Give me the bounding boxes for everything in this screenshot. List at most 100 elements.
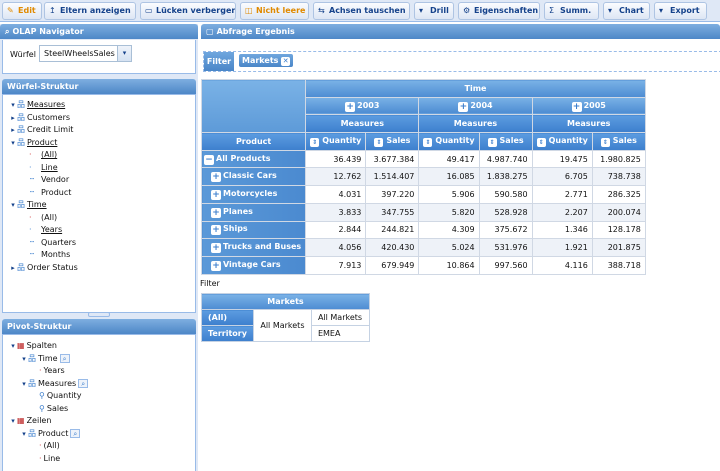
sort-icon[interactable]: ⇕: [310, 137, 320, 147]
row-header[interactable]: + Vintage Cars: [200, 255, 307, 275]
expand-right-icon[interactable]: ▸: [9, 124, 17, 137]
expand-plus-icon[interactable]: +: [211, 189, 221, 200]
table-cell: 5.820: [418, 202, 480, 222]
markets-all-member[interactable]: All Markets: [252, 309, 312, 342]
sort-icon[interactable]: ⇕: [536, 137, 546, 147]
cube-tree-item[interactable]: · Line: [3, 162, 195, 175]
expand-plus-icon[interactable]: +: [571, 101, 582, 112]
toolbar-button-5[interactable]: ▾ Drill: [414, 2, 454, 20]
expand-right-icon[interactable]: ▸: [9, 112, 17, 125]
year-header[interactable]: +2005: [531, 96, 646, 116]
search-icon[interactable]: ⌕: [78, 378, 89, 388]
splitter-handle[interactable]: [88, 312, 110, 317]
cube-tree-item[interactable]: ▸ 品 Customers: [3, 112, 195, 125]
pivot-tree-item[interactable]: ▾ ▦ Spalten: [3, 340, 195, 353]
collapse-minus-icon[interactable]: −: [204, 154, 214, 165]
markets-emea[interactable]: EMEA: [310, 325, 370, 342]
toolbar-button-8[interactable]: ▾ Chart: [603, 2, 650, 20]
cube-tree-item[interactable]: · Years: [3, 224, 195, 237]
expand-down-icon[interactable]: ▾: [9, 137, 17, 150]
cube-tree-item[interactable]: ⠒ Vendor: [3, 174, 195, 187]
filter-chip-label: Markets: [242, 56, 279, 65]
toolbar-label: Edit: [18, 6, 36, 15]
navigator-title: OLAP Navigator: [12, 27, 84, 36]
measure-column-header[interactable]: ⇕ Sales: [478, 132, 533, 151]
expand-down-icon[interactable]: ▾: [20, 353, 28, 366]
measure-column-header[interactable]: ⇕ Quantity: [418, 132, 480, 151]
toolbar-label: Drill: [430, 6, 449, 15]
expand-down-icon[interactable]: ▾: [20, 428, 28, 441]
row-header[interactable]: − All Products: [200, 149, 307, 169]
product-header[interactable]: Product: [200, 132, 307, 151]
expand-right-icon[interactable]: ▸: [9, 262, 17, 275]
row-header[interactable]: + Trucks and Buses: [200, 238, 307, 257]
pivot-tree-item[interactable]: ▾ 品 Product ⌕: [3, 428, 195, 441]
expand-plus-icon[interactable]: +: [211, 225, 221, 236]
pivot-tree-item[interactable]: · Line: [3, 453, 195, 466]
table-cell: 375.672: [478, 220, 533, 240]
toolbar-button-2[interactable]: ▭ Lücken verbergen: [140, 2, 236, 20]
toolbar-icon: ▾: [419, 6, 424, 15]
expand-down-icon[interactable]: ▾: [9, 340, 17, 353]
expand-plus-icon[interactable]: +: [211, 260, 221, 271]
cube-tree-item[interactable]: ▸ 品 Order Status: [3, 262, 195, 275]
toolbar-button-1[interactable]: ↥ Eltern anzeigen: [44, 2, 136, 20]
expand-down-icon[interactable]: ▾: [9, 415, 17, 428]
cube-tree-label: Vendor: [41, 175, 70, 184]
expand-plus-icon[interactable]: +: [458, 101, 469, 112]
cube-tree-item[interactable]: ▸ 品 Credit Limit: [3, 124, 195, 137]
toolbar-button-4[interactable]: ⇆ Achsen tauschen: [313, 2, 410, 20]
cube-tree-item[interactable]: · (All): [3, 212, 195, 225]
cube-tree-item[interactable]: ▾ 品 Time: [3, 199, 195, 212]
sort-icon[interactable]: ⇕: [374, 137, 384, 147]
cube-tree-item[interactable]: ▾ 品 Measures: [3, 99, 195, 112]
year-header[interactable]: +2003: [305, 96, 420, 116]
search-icon[interactable]: ⌕: [70, 428, 81, 438]
expand-plus-icon[interactable]: +: [345, 101, 356, 112]
search-icon[interactable]: ⌕: [59, 353, 70, 363]
pivot-tree-item[interactable]: ▾ 品 Measures ⌕: [3, 378, 195, 391]
close-icon[interactable]: ✕: [281, 57, 291, 66]
filter-chip-markets[interactable]: Markets ✕: [239, 54, 294, 67]
row-header[interactable]: + Motorcycles: [200, 185, 307, 204]
expand-plus-icon[interactable]: +: [211, 172, 221, 183]
toolbar-button-9[interactable]: ▾ Export: [654, 2, 707, 20]
cube-select[interactable]: SteelWheelsSales ▾: [39, 45, 132, 62]
cube-tree-label: Years: [41, 225, 63, 234]
pivot-tree-item[interactable]: ⚲ Sales: [3, 403, 195, 416]
pivot-tree-item[interactable]: · Years: [3, 365, 195, 378]
expand-down-icon[interactable]: ▾: [9, 99, 17, 112]
expand-down-icon[interactable]: ▾: [20, 378, 28, 391]
expand-plus-icon[interactable]: +: [211, 207, 221, 218]
sort-icon[interactable]: ⇕: [487, 137, 497, 147]
measure-column-header[interactable]: ⇕ Sales: [365, 132, 420, 151]
measure-column-header[interactable]: ⇕ Sales: [591, 132, 646, 151]
toolbar-button-7[interactable]: Σ Summ.: [544, 2, 599, 20]
measure-column-header[interactable]: ⇕ Quantity: [531, 132, 593, 151]
markets-all-markets[interactable]: All Markets: [310, 309, 370, 326]
corner-cell: [200, 78, 307, 134]
cube-tree-item[interactable]: ▾ 品 Product: [3, 137, 195, 150]
row-header[interactable]: + Classic Cars: [200, 167, 307, 187]
cube-tree-item[interactable]: ⠒ Months: [3, 249, 195, 262]
measure-label: Sales: [612, 135, 637, 145]
sort-icon[interactable]: ⇕: [423, 137, 433, 147]
toolbar-button-3[interactable]: ◫ Nicht leere: [240, 2, 309, 20]
cube-tree-item[interactable]: · (All): [3, 149, 195, 162]
cube-tree-item[interactable]: ⠒ Product: [3, 187, 195, 200]
pivot-tree-item[interactable]: ▾ ▦ Zeilen: [3, 415, 195, 428]
year-header[interactable]: +2004: [418, 96, 533, 116]
row-header[interactable]: + Planes: [200, 202, 307, 222]
chevron-down-icon[interactable]: ▾: [117, 46, 131, 61]
expand-down-icon[interactable]: ▾: [9, 199, 17, 212]
pivot-tree-item[interactable]: · (All): [3, 440, 195, 453]
expand-plus-icon[interactable]: +: [211, 243, 221, 254]
toolbar-button-6[interactable]: ⚙ Eigenschaften: [458, 2, 540, 20]
measure-column-header[interactable]: ⇕ Quantity: [305, 132, 367, 151]
toolbar-button-0[interactable]: ✎ Edit: [2, 2, 42, 20]
cube-tree-item[interactable]: ⠒ Quarters: [3, 237, 195, 250]
row-header[interactable]: + Ships: [200, 220, 307, 240]
pivot-tree-item[interactable]: ⚲ Quantity: [3, 390, 195, 403]
pivot-tree-item[interactable]: ▾ 品 Time ⌕: [3, 353, 195, 366]
sort-icon[interactable]: ⇕: [600, 137, 610, 147]
